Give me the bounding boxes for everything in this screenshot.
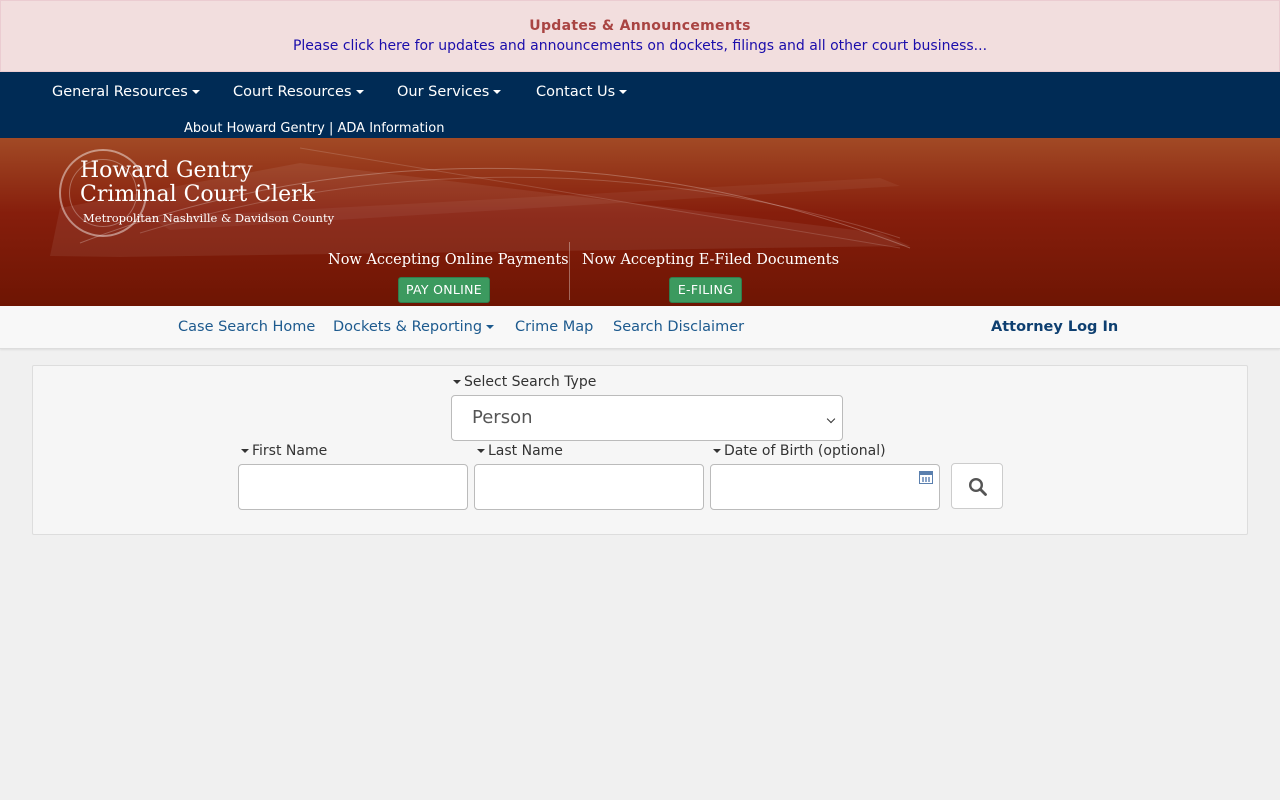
sub-link-separator: | bbox=[324, 121, 338, 136]
nav-general-resources-label: General Resources bbox=[52, 84, 188, 100]
nav-our-services-label: Our Services bbox=[397, 84, 490, 100]
last-name-input[interactable] bbox=[474, 464, 704, 510]
sub-links: About Howard Gentry | ADA Information bbox=[184, 121, 444, 136]
search-type-label: Select Search Type bbox=[453, 374, 596, 390]
caret-down-icon bbox=[355, 90, 364, 94]
first-name-label: First Name bbox=[241, 443, 327, 459]
search-button[interactable] bbox=[951, 463, 1003, 509]
attorney-login-link[interactable]: Attorney Log In bbox=[991, 319, 1118, 335]
nav-contact-us[interactable]: Contact Us bbox=[536, 84, 628, 100]
calendar-icon[interactable] bbox=[919, 471, 933, 484]
nav-crime-map[interactable]: Crime Map bbox=[515, 319, 593, 335]
nav-our-services[interactable]: Our Services bbox=[397, 84, 502, 100]
caret-down-icon bbox=[477, 449, 485, 453]
about-link[interactable]: About Howard Gentry bbox=[184, 121, 325, 136]
last-name-label-text: Last Name bbox=[488, 443, 563, 459]
pay-online-button[interactable]: PAY ONLINE bbox=[398, 277, 490, 303]
search-panel: Select Search Type Person First Name Las… bbox=[32, 365, 1248, 535]
announcement-bar: Updates & Announcements Please click her… bbox=[0, 0, 1280, 72]
search-type-value: Person bbox=[472, 407, 533, 428]
caret-down-icon bbox=[191, 90, 200, 94]
last-name-label: Last Name bbox=[477, 443, 563, 459]
caret-down-icon bbox=[453, 380, 461, 384]
nav-search-disclaimer[interactable]: Search Disclaimer bbox=[613, 319, 744, 335]
nav-general-resources[interactable]: General Resources bbox=[52, 84, 200, 100]
first-name-label-text: First Name bbox=[252, 443, 328, 459]
payments-text: Now Accepting Online Payments bbox=[328, 252, 569, 268]
search-icon bbox=[968, 477, 987, 496]
nav-contact-us-label: Contact Us bbox=[536, 84, 616, 100]
nav-case-search-home[interactable]: Case Search Home bbox=[178, 319, 315, 335]
caret-down-icon bbox=[486, 325, 495, 329]
announcement-title: Updates & Announcements bbox=[529, 18, 751, 34]
announcement-link[interactable]: Please click here for updates and announ… bbox=[1, 38, 1279, 54]
brand-title: Criminal Court Clerk bbox=[80, 182, 315, 207]
caret-down-icon bbox=[241, 449, 249, 453]
dob-label: Date of Birth (optional) bbox=[713, 443, 886, 459]
brand-region: Metropolitan Nashville & Davidson County bbox=[83, 211, 335, 225]
brand-name: Howard Gentry bbox=[80, 158, 253, 183]
chevron-down-icon bbox=[826, 414, 836, 424]
nav-dockets-reporting-label: Dockets & Reporting bbox=[333, 319, 483, 335]
search-type-label-text: Select Search Type bbox=[464, 374, 597, 390]
header-banner: Howard Gentry Criminal Court Clerk Metro… bbox=[0, 138, 1280, 306]
caret-down-icon bbox=[713, 449, 721, 453]
efile-text: Now Accepting E-Filed Documents bbox=[582, 252, 840, 268]
ada-link[interactable]: ADA Information bbox=[338, 121, 445, 136]
caret-down-icon bbox=[619, 90, 628, 94]
efiling-button[interactable]: E-FILING bbox=[669, 277, 742, 303]
secondary-navigation: Case Search Home Dockets & Reporting Cri… bbox=[0, 306, 1280, 349]
dob-label-text: Date of Birth (optional) bbox=[724, 443, 886, 459]
top-navigation: General Resources Court Resources Our Se… bbox=[0, 72, 1280, 138]
nav-dockets-reporting[interactable]: Dockets & Reporting bbox=[333, 319, 495, 335]
nav-court-resources-label: Court Resources bbox=[233, 84, 352, 100]
dob-input[interactable] bbox=[710, 464, 940, 510]
first-name-input[interactable] bbox=[238, 464, 468, 510]
search-type-select[interactable]: Person bbox=[451, 395, 843, 441]
nav-court-resources[interactable]: Court Resources bbox=[233, 84, 364, 100]
promo-divider bbox=[569, 242, 570, 300]
caret-down-icon bbox=[493, 90, 502, 94]
